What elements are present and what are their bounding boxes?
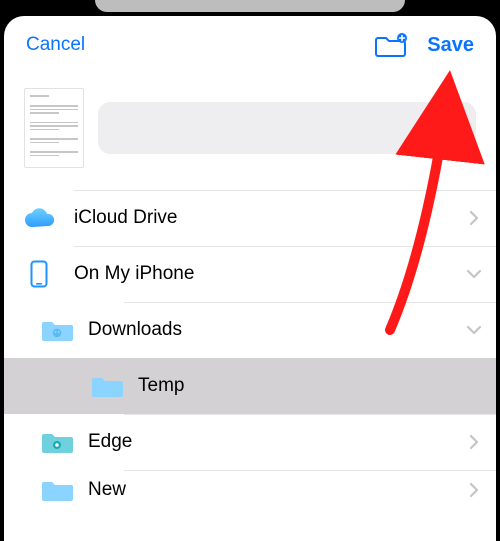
location-label: Temp	[138, 375, 452, 397]
toolbar: Cancel Save	[4, 16, 496, 74]
file-thumbnail	[24, 88, 84, 168]
new-folder-icon	[375, 32, 407, 58]
folder-icon	[90, 373, 124, 399]
chevron-down-icon	[466, 325, 482, 335]
location-row-on-my-iphone[interactable]: On My iPhone	[4, 246, 496, 302]
location-label: iCloud Drive	[74, 207, 452, 229]
location-row-edge[interactable]: Edge	[4, 414, 496, 470]
location-label: On My iPhone	[74, 263, 452, 285]
cloud-icon	[23, 207, 55, 229]
save-sheet: Cancel Save	[4, 16, 496, 541]
location-row-new[interactable]: New	[4, 470, 496, 510]
disclosure	[452, 482, 496, 498]
disclosure	[452, 210, 496, 226]
disclosure	[452, 434, 496, 450]
location-label: New	[88, 479, 452, 501]
folder-icon	[40, 477, 74, 503]
cancel-button[interactable]: Cancel	[26, 34, 85, 56]
location-row-temp[interactable]: Temp	[4, 358, 496, 414]
location-label: Downloads	[88, 319, 452, 341]
iphone-icon	[30, 260, 48, 288]
new-folder-button[interactable]	[373, 27, 409, 63]
save-button[interactable]: Save	[427, 34, 474, 57]
location-row-icloud[interactable]: iCloud Drive	[4, 190, 496, 246]
folder-icon	[40, 317, 74, 343]
location-list: iCloud Drive On My iPhone	[4, 190, 496, 541]
background-sheet-handle	[95, 0, 405, 12]
chevron-down-icon	[466, 269, 482, 279]
chevron-right-icon	[469, 434, 479, 450]
filename-input[interactable]	[98, 102, 476, 154]
disclosure	[452, 269, 496, 279]
location-label: Edge	[88, 431, 452, 453]
folder-icon	[40, 429, 74, 455]
disclosure	[452, 325, 496, 335]
chevron-right-icon	[469, 210, 479, 226]
location-row-downloads[interactable]: Downloads	[4, 302, 496, 358]
filename-row	[4, 74, 496, 190]
chevron-right-icon	[469, 482, 479, 498]
